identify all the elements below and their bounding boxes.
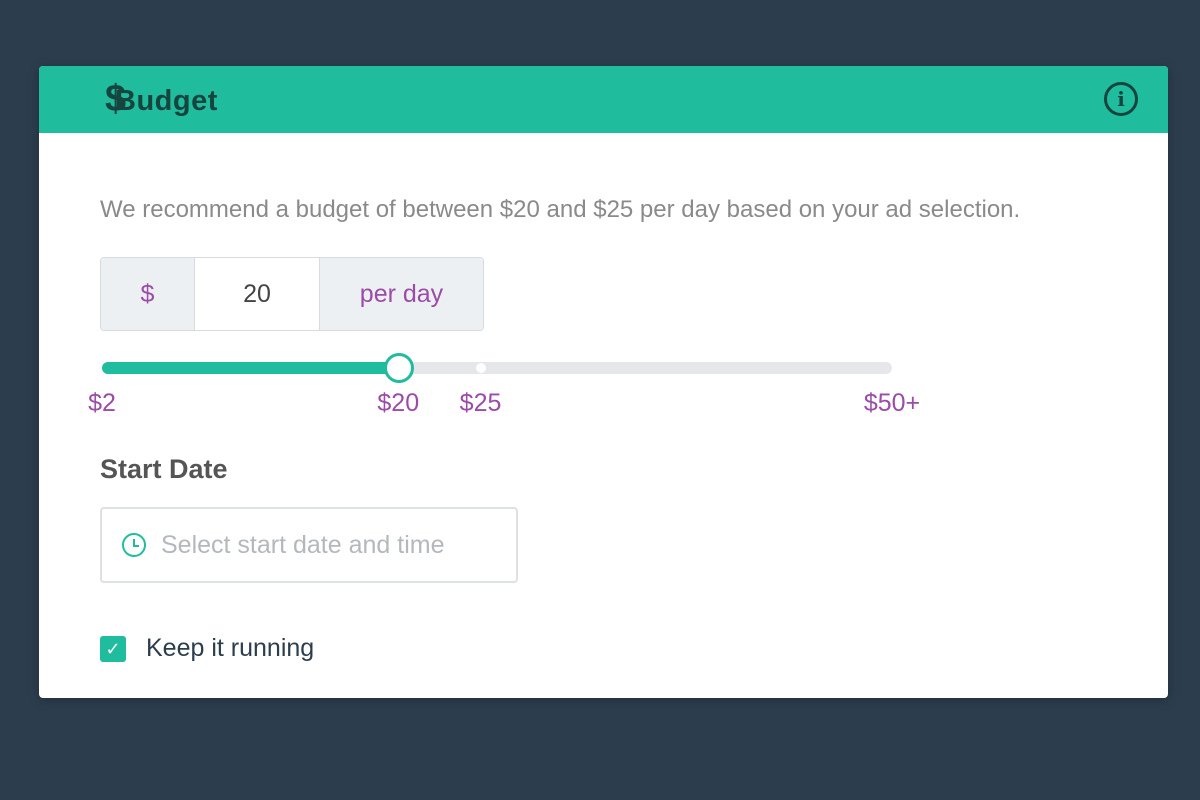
recommendation-text: We recommend a budget of between $20 and… [100,196,1021,223]
info-icon[interactable]: i [1104,82,1138,116]
slider-tick-label: $50+ [863,389,921,417]
budget-input-group: $ per day [100,257,484,331]
start-date-placeholder: Select start date and time [161,530,445,559]
budget-card: $ Budget i We recommend a budget of betw… [39,66,1168,698]
slider-fill [102,362,399,374]
slider-tick-label: $25 [459,389,502,417]
slider-thumb[interactable] [384,353,415,383]
card-header: $ Budget i [39,66,1168,133]
start-date-field[interactable]: Select start date and time [100,507,518,583]
per-day-addon: per day [319,258,483,330]
start-date-label: Start Date [100,454,228,484]
keep-running-checkbox[interactable]: ✓ [100,635,126,662]
keep-running-option[interactable]: ✓ Keep it running [100,634,314,663]
clock-icon [122,533,146,557]
budget-slider[interactable] [102,353,892,383]
currency-addon: $ [101,258,195,330]
recommended-max-marker [475,363,486,373]
keep-running-label: Keep it running [146,634,315,662]
slider-tick-label: $20 [377,389,420,417]
budget-amount-input[interactable] [195,258,319,330]
slider-tick-label: $2 [88,389,116,417]
card-title: Budget [115,85,218,117]
